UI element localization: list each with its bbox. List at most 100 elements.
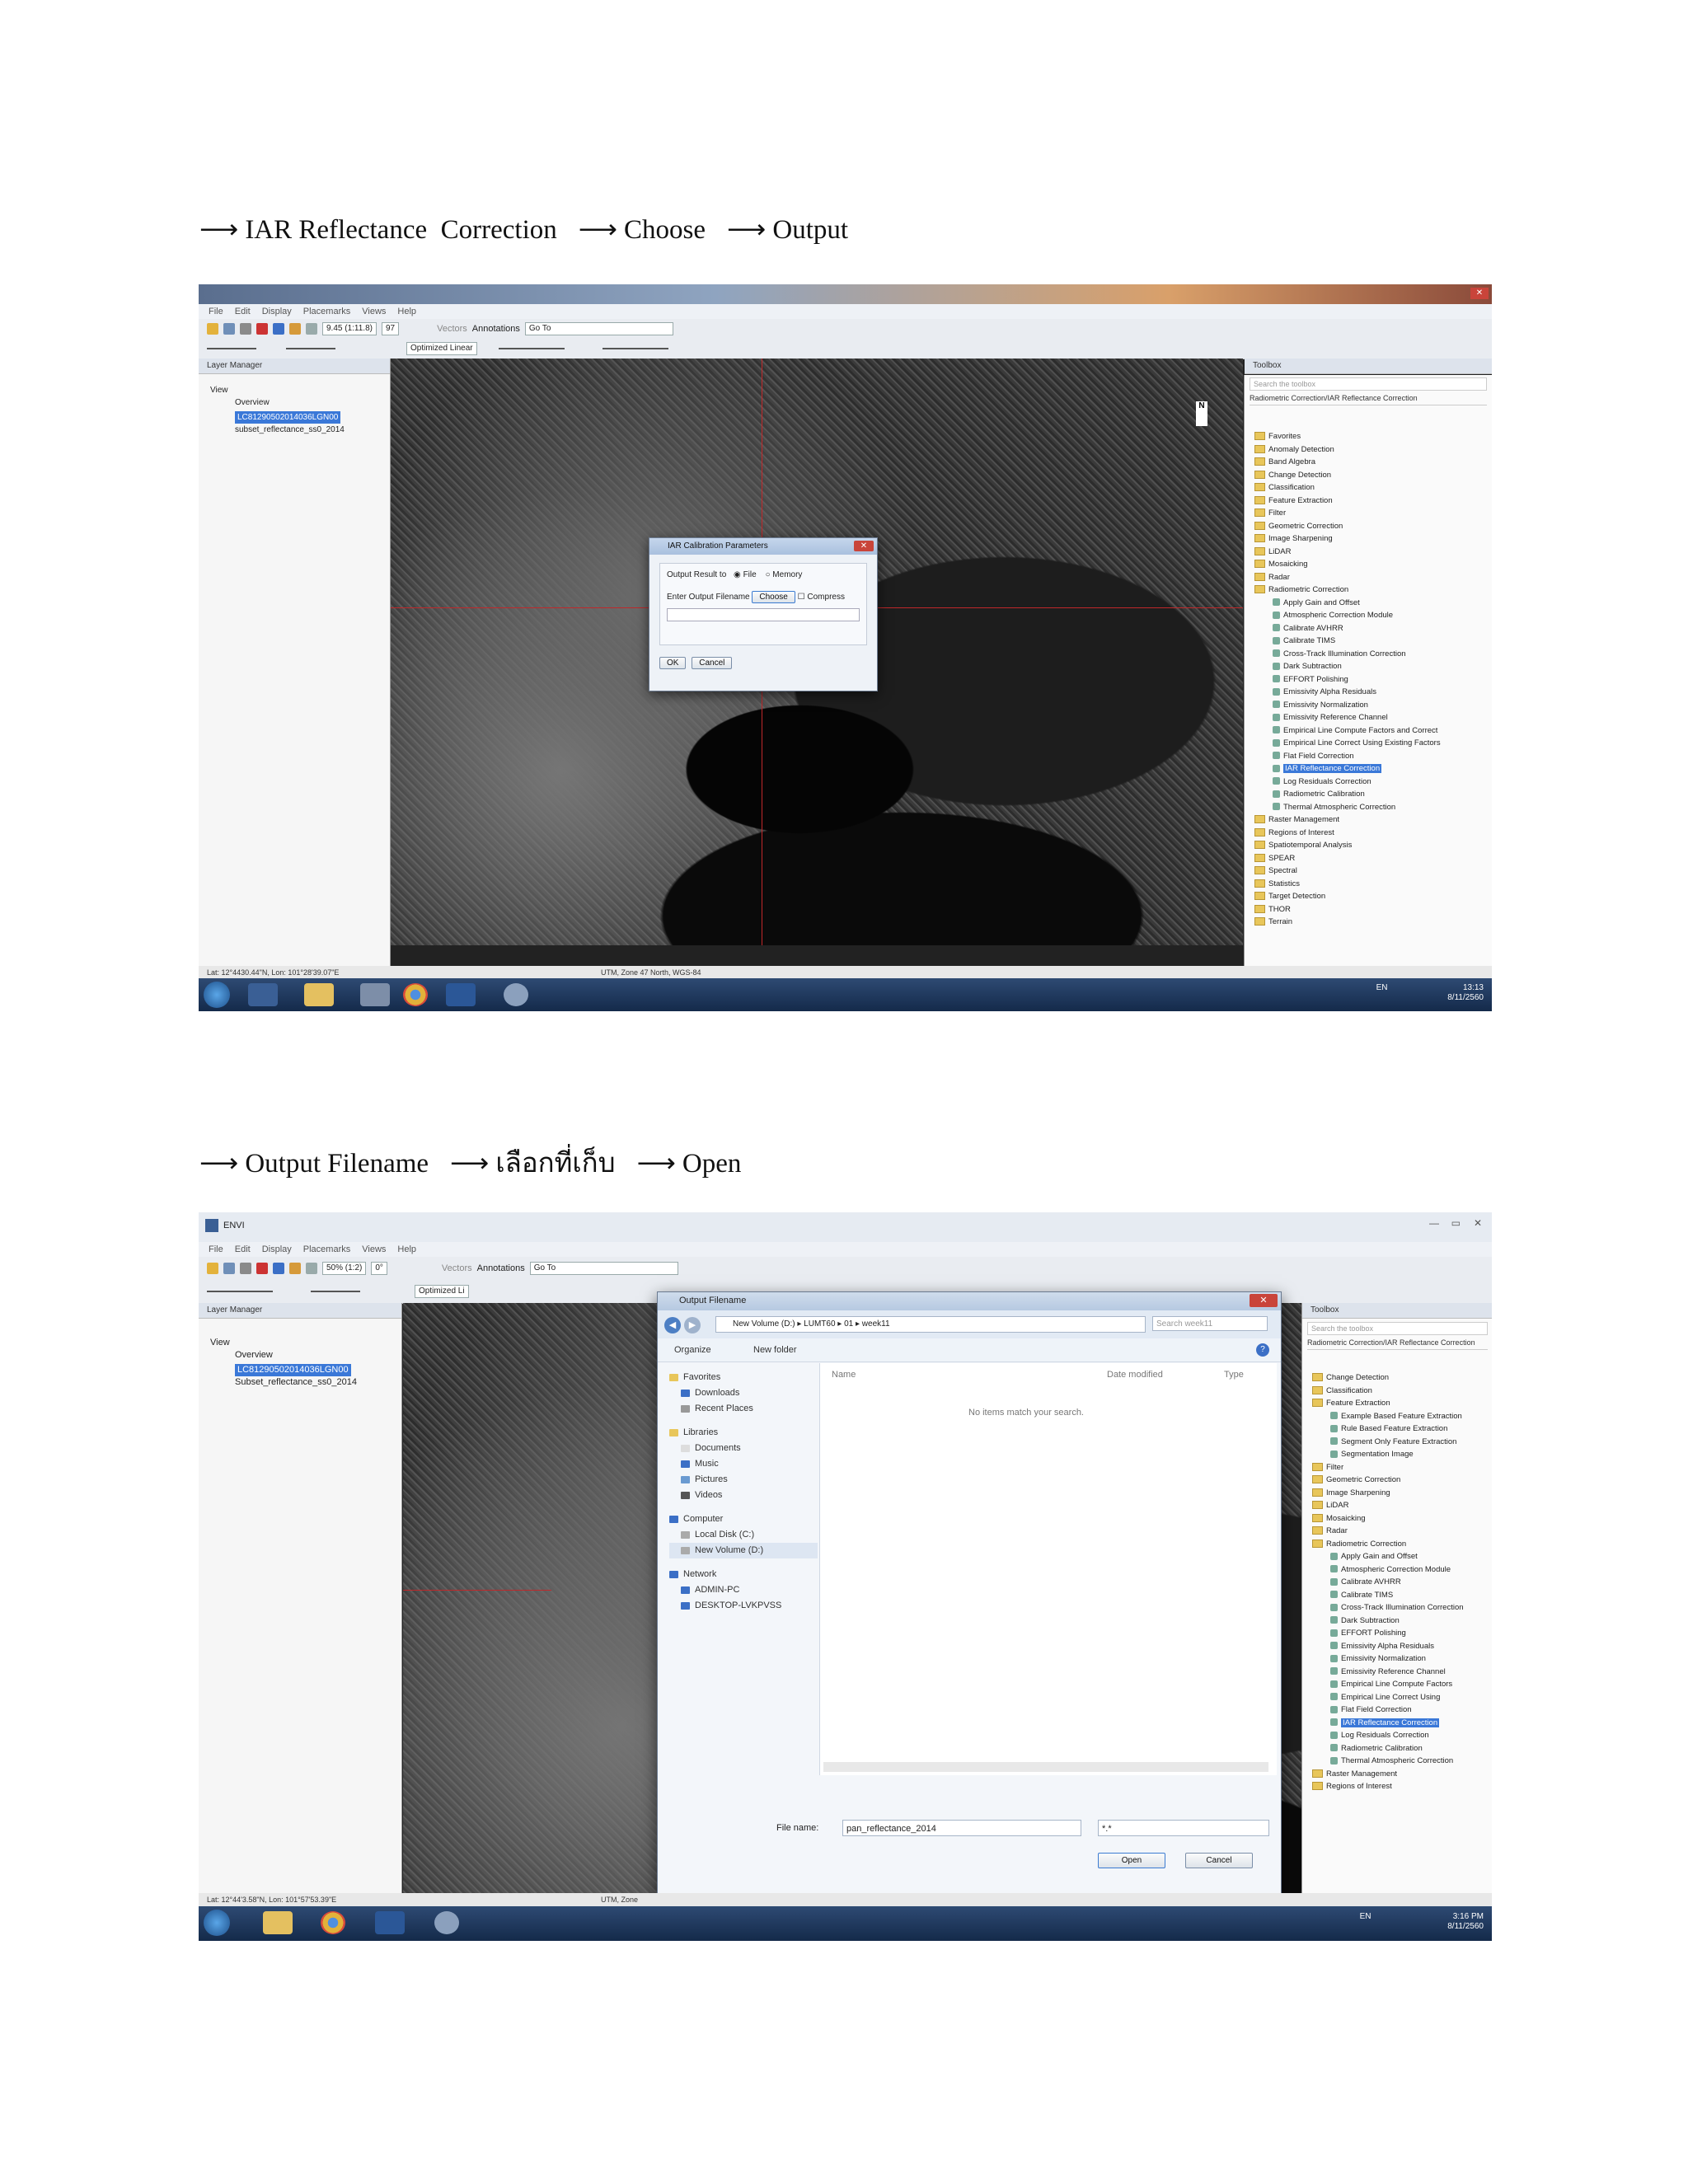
toolbox-item[interactable]: Atmospheric Correction Module [1312,1563,1492,1577]
toolbox-item[interactable]: Log Residuals Correction [1312,1729,1492,1742]
output-filename-input[interactable] [667,608,860,621]
nav-admin-pc[interactable]: ADMIN-PC [695,1585,739,1595]
toolbox-item[interactable]: Image Sharpening [1312,1487,1492,1500]
nav-network[interactable]: Network [683,1569,716,1579]
pin-icon[interactable] [256,323,268,335]
nav-libraries[interactable]: Libraries [683,1427,718,1437]
toolbox-item[interactable]: Feature Extraction [1312,1397,1492,1410]
data-manager-icon[interactable] [223,323,235,335]
compress-checkbox[interactable]: ☐ [798,593,805,602]
toolbox-item[interactable]: Rule Based Feature Extraction [1312,1422,1492,1436]
nav-pictures[interactable]: Pictures [695,1474,728,1484]
menu-views[interactable]: Views [362,307,386,316]
toolbox-item[interactable]: Thermal Atmospheric Correction [1312,1755,1492,1768]
search-input[interactable]: Search week11 [1152,1316,1268,1331]
toolbox-item[interactable]: Log Residuals Correction [1254,776,1492,789]
toolbox-item[interactable]: THOR [1254,903,1492,916]
menu-edit[interactable]: Edit [235,1244,251,1254]
stretch-select[interactable]: Optimized Linear [406,342,477,355]
breadcrumb-item[interactable]: New Volume (D:) [733,1319,795,1329]
maximize-icon[interactable]: ▭ [1451,1217,1461,1229]
toolbox-item[interactable]: Classification [1312,1385,1492,1398]
toolbox-item[interactable]: Radar [1312,1525,1492,1538]
toolbox-item[interactable]: Filter [1312,1461,1492,1474]
forward-icon[interactable]: ▶ [684,1317,701,1333]
toolbox-item[interactable]: Empirical Line Compute Factors and Corre… [1254,724,1492,738]
annotations-menu[interactable]: Annotations [472,324,520,334]
zoom-in-icon[interactable] [306,323,317,335]
goto-field[interactable]: Go To [524,322,673,335]
toolbox-item[interactable]: Radiometric Calibration [1254,788,1492,801]
nav-videos[interactable]: Videos [695,1490,722,1500]
menu-views[interactable]: Views [362,1244,386,1254]
annotations-menu[interactable]: Annotations [477,1263,525,1273]
menu-placemarks[interactable]: Placemarks [303,1244,350,1254]
explorer-taskbar-icon[interactable] [304,983,334,1006]
horizontal-scrollbar[interactable] [823,1762,1268,1772]
layer-view[interactable]: View [210,1337,401,1349]
toolbox-item[interactable]: Anomaly Detection [1254,443,1492,457]
column-date[interactable]: Date modified [1107,1370,1163,1380]
toolbox-item[interactable]: Feature Extraction [1254,494,1492,508]
open-button[interactable]: Open [1098,1853,1165,1868]
print-icon[interactable] [240,1263,251,1274]
zoom-in-icon[interactable] [306,1263,317,1274]
toolbox-item[interactable]: Apply Gain and Offset [1312,1550,1492,1563]
menu-display[interactable]: Display [262,1244,292,1254]
toolbox-item[interactable]: EFFORT Polishing [1254,673,1492,687]
radio-memory-icon[interactable]: ○ [765,570,770,579]
nav-recent[interactable]: Recent Places [695,1404,753,1413]
toolbox-item[interactable]: Band Algebra [1254,456,1492,469]
toolbox-item[interactable]: Classification [1254,481,1492,494]
toolbox-item[interactable]: Emissivity Reference Channel [1312,1666,1492,1679]
menu-file[interactable]: File [209,1244,223,1254]
toolbox-item[interactable]: Thermal Atmospheric Correction [1254,801,1492,814]
toolbox-item[interactable]: Change Detection [1254,469,1492,482]
menu-display[interactable]: Display [262,307,292,316]
toolbox-item[interactable]: Spatiotemporal Analysis [1254,839,1492,852]
toolbox-item[interactable]: Change Detection [1312,1371,1492,1385]
nav-computer[interactable]: Computer [683,1514,723,1524]
layer-view[interactable]: View [210,384,390,396]
layer-subset[interactable]: Subset_reflectance_ss0_2014 [210,1376,401,1389]
cancel-button[interactable]: Cancel [692,657,733,669]
radio-memory-label[interactable]: Memory [772,570,802,579]
toolbox-search[interactable]: Search the toolbox [1307,1322,1488,1335]
toolbox-item[interactable]: Calibrate AVHRR [1254,622,1492,635]
close-icon[interactable]: ✕ [1250,1294,1278,1307]
brightness-slider[interactable] [207,348,256,349]
toolbox-item[interactable]: Flat Field Correction [1254,750,1492,763]
toolbox-item[interactable]: Emissivity Alpha Residuals [1254,686,1492,699]
minimize-icon[interactable]: — [1429,1217,1439,1229]
toolbox-item[interactable]: IAR Reflectance Correction [1254,762,1492,776]
vectors-menu[interactable]: Vectors [442,1263,472,1273]
toolbox-item[interactable]: Empirical Line Compute Factors [1312,1678,1492,1691]
toolbox-item[interactable]: Raster Management [1312,1768,1492,1781]
toolbox-item[interactable]: Cross-Track Illumination Correction [1312,1601,1492,1615]
envi-taskbar-icon[interactable] [248,983,278,1006]
toolbox-item[interactable]: Emissivity Normalization [1254,699,1492,712]
zoom-field[interactable]: 9.45 (1:11.8) [322,322,377,335]
menu-edit[interactable]: Edit [235,307,251,316]
nav-downloads[interactable]: Downloads [695,1388,739,1398]
toolbox-item[interactable]: Atmospheric Correction Module [1254,609,1492,622]
toolbox-item[interactable]: Calibrate TIMS [1312,1589,1492,1602]
toolbox-item[interactable]: Radiometric Correction [1312,1538,1492,1551]
word-taskbar-icon[interactable] [446,983,476,1006]
start-button-icon[interactable] [204,1910,230,1936]
toolbox-item[interactable]: Terrain [1254,916,1492,929]
toolbox-item[interactable]: Mosaicking [1312,1512,1492,1526]
close-icon[interactable]: ✕ [1474,1217,1482,1229]
toolbox-item[interactable]: Calibrate TIMS [1254,635,1492,648]
toolbox-item[interactable]: Radar [1254,571,1492,584]
menu-help[interactable]: Help [397,307,416,316]
toolbox-item[interactable]: Empirical Line Correct Using [1312,1691,1492,1704]
toolbox-item[interactable]: Segmentation Image [1312,1448,1492,1461]
pin-icon[interactable] [256,1263,268,1274]
toolbox-item[interactable]: Regions of Interest [1254,827,1492,840]
menu-placemarks[interactable]: Placemarks [303,307,350,316]
radio-file-icon[interactable]: ◉ [734,570,741,579]
nav-favorites[interactable]: Favorites [683,1372,720,1382]
toolbox-item[interactable]: Mosaicking [1254,558,1492,571]
envi-app-taskbar-icon[interactable] [504,983,528,1006]
